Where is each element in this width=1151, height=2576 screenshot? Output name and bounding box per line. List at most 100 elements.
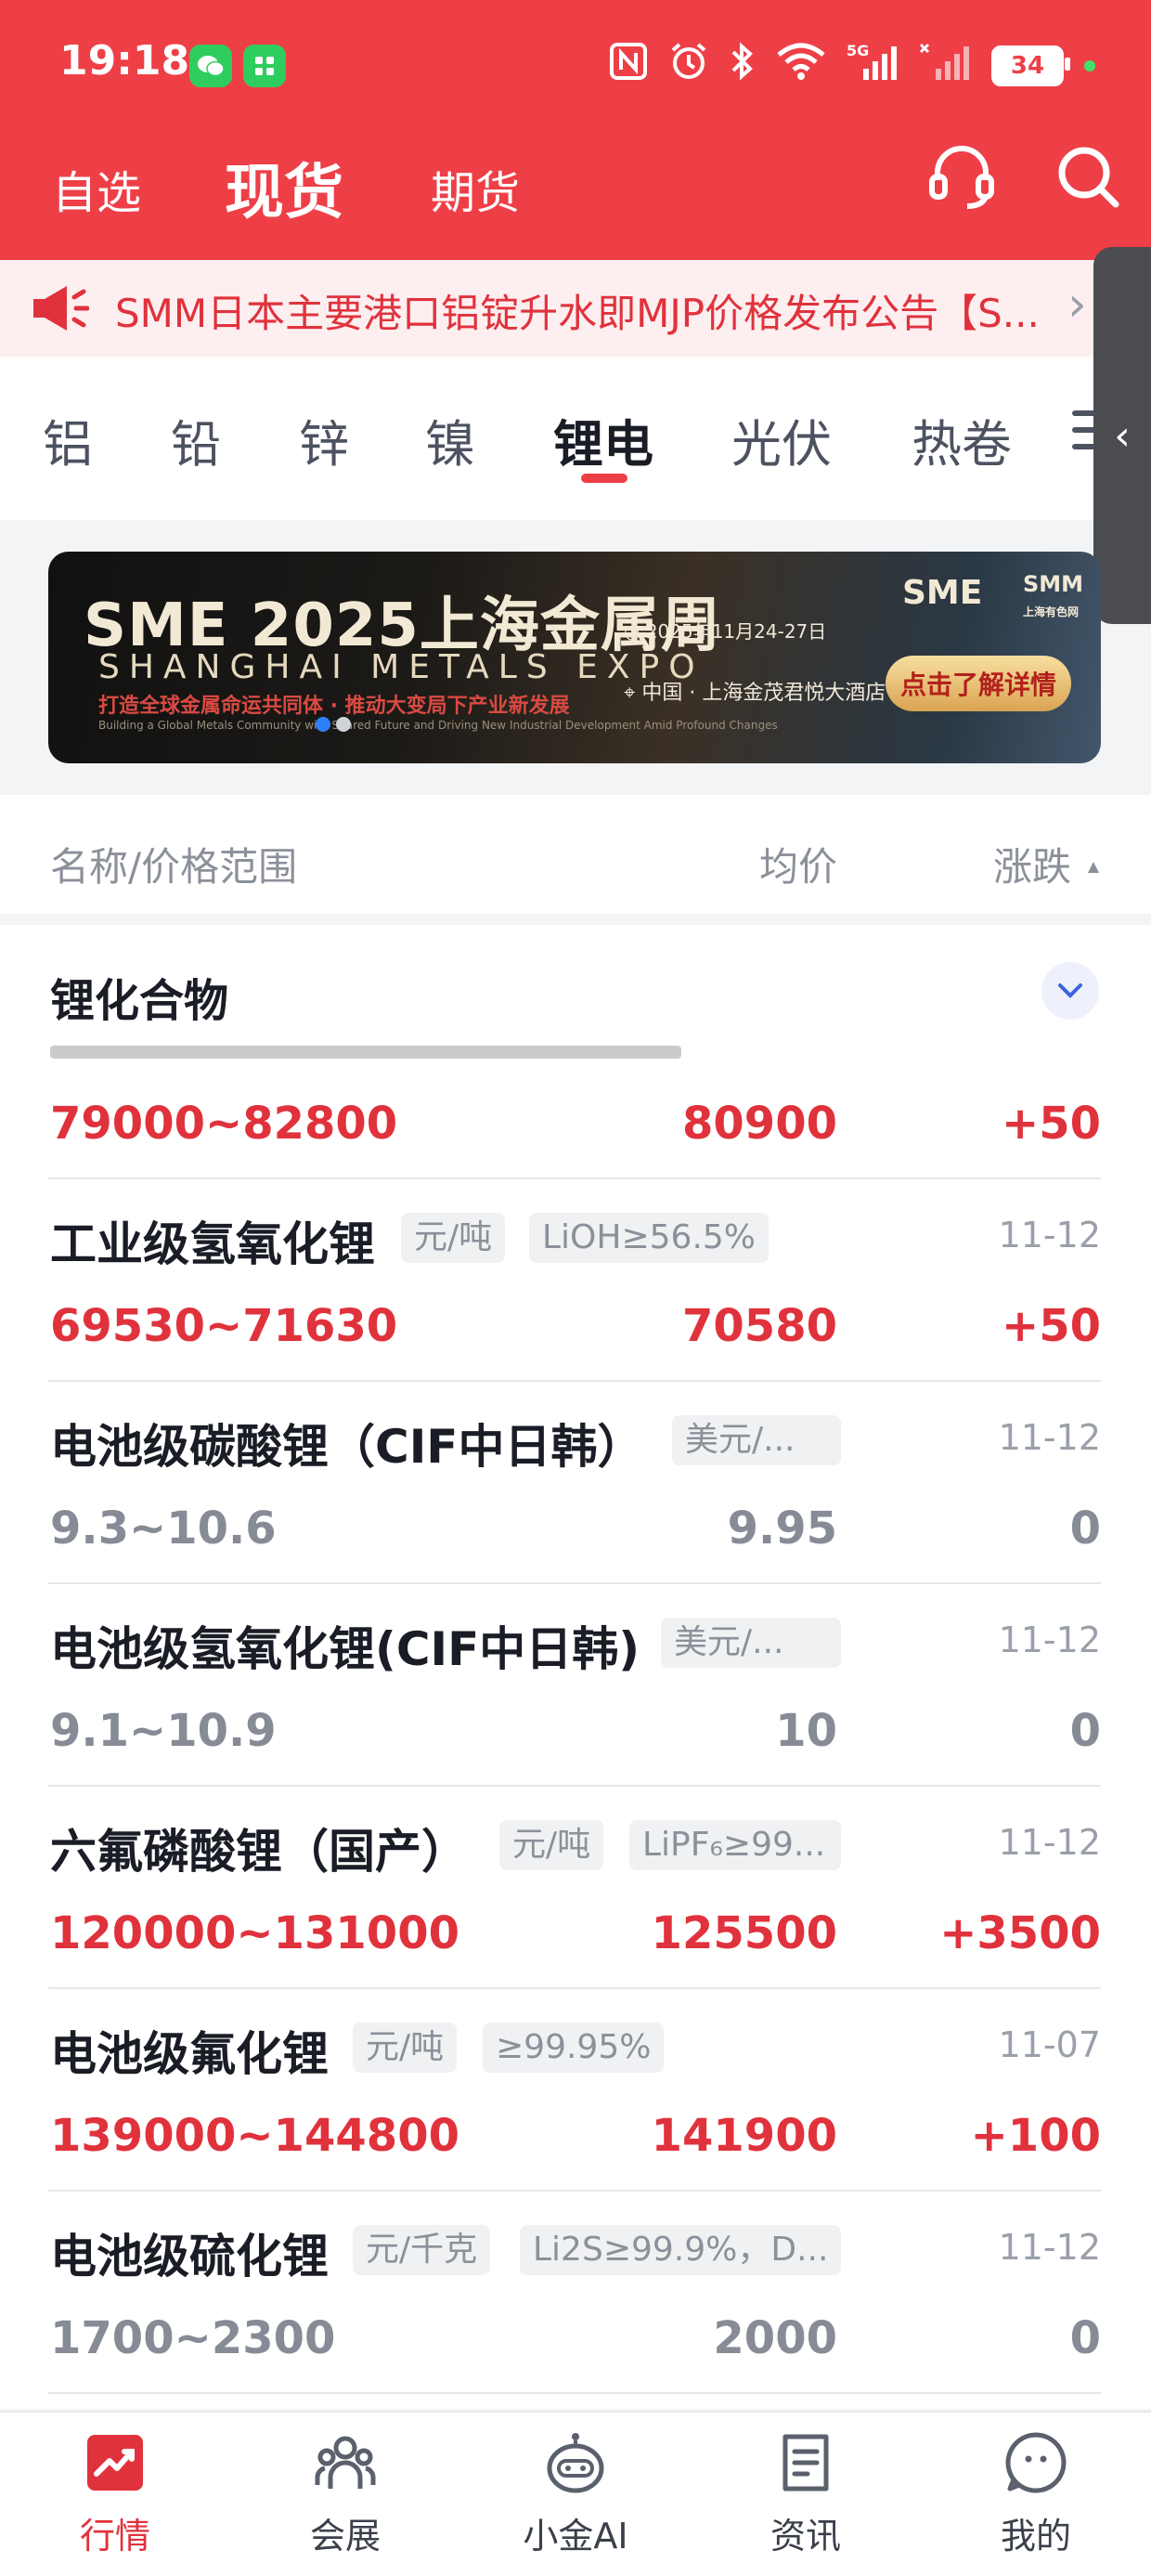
search-icon[interactable] [1051, 139, 1125, 214]
bluetooth-icon [730, 41, 756, 91]
tab-watchlist[interactable]: 自选 [52, 156, 141, 221]
category-nickel[interactable]: 镍 [425, 403, 475, 476]
unit-tag: 元/吨 [499, 1820, 604, 1870]
average-price: 9.95 [727, 1503, 837, 1555]
tab-news[interactable]: 资讯 [691, 2413, 921, 2576]
tab-market[interactable]: 行情 [0, 2413, 230, 2576]
robot-icon [544, 2431, 607, 2494]
banner-tagline: 打造全球金属命运共同体 · 推动大变局下产业新发展 [98, 695, 570, 718]
product-name: 工业级氢氧化锂 [50, 1217, 375, 1271]
status-icons: 5G 34 [609, 41, 1095, 91]
tab-label: 我的 [1000, 2516, 1071, 2556]
news-document-icon [774, 2431, 837, 2494]
table-row[interactable]: 电池级碳酸锂（CIF中日韩） 美元/... 11-12 9.3~10.6 9.9… [48, 1380, 1101, 1584]
banner-cta-button[interactable]: 点击了解详情 [886, 656, 1071, 711]
price-change: +3500 [939, 1907, 1101, 1959]
table-row[interactable]: 工业级氢氧化锂 元/吨 LiOH≥56.5% 11-12 69530~71630… [48, 1177, 1101, 1382]
price-change: 0 [1069, 2312, 1101, 2364]
price-range: 120000~131000 [50, 1907, 459, 1959]
average-price: 10 [775, 1705, 837, 1757]
price-range: 9.3~10.6 [50, 1503, 277, 1555]
price-change: +100 [970, 2110, 1101, 2162]
nfc-icon [609, 42, 648, 90]
bottom-tab-bar: 行情 会展 小金AI 资讯 我的 [0, 2411, 1151, 2576]
banner-logo-smm: SMM 上海有色网 [1023, 571, 1084, 618]
chevron-down-icon [1056, 975, 1084, 1008]
price-date: 11-07 [998, 2024, 1101, 2065]
product-name: 电池级碳酸锂（CIF中日韩） [50, 1420, 644, 1474]
chevron-left-icon: ‹ [1114, 411, 1131, 460]
category-aluminum[interactable]: 铝 [43, 403, 93, 476]
profile-face-icon [1004, 2431, 1067, 2494]
average-price: 80900 [682, 1098, 837, 1150]
category-zinc[interactable]: 锌 [299, 403, 349, 476]
category-photovoltaic[interactable]: 光伏 [731, 403, 832, 476]
svg-text:5G: 5G [847, 42, 869, 59]
list-header: 名称/价格范围 均价 涨跌 [0, 795, 1151, 914]
alarm-icon [668, 41, 709, 91]
price-change: 0 [1069, 1503, 1101, 1555]
banner-date: ◷ 2025年11月24-27日 [624, 620, 827, 643]
unit-tag: 元/千克 [353, 2225, 491, 2275]
side-drawer-handle[interactable]: ‹ [1093, 247, 1151, 624]
spec-tag: Li2S≥99.9%，D... [520, 2225, 841, 2275]
megaphone-icon [28, 280, 90, 336]
carousel-dot[interactable] [336, 717, 351, 732]
unit-tag: 美元/... [672, 1415, 841, 1465]
category-lead[interactable]: 铅 [171, 403, 221, 476]
price-range: 1700~2300 [50, 2312, 336, 2364]
active-category-indicator [581, 474, 627, 483]
price-date: 11-12 [998, 1822, 1101, 1863]
average-price: 2000 [713, 2312, 837, 2364]
tab-label: 小金AI [523, 2516, 628, 2556]
table-row[interactable]: 电池级氟化锂 元/吨 ≥99.95% 11-07 139000~144800 1… [48, 1987, 1101, 2192]
app-header: 19:18 5G 34 自选 现货 期货 [0, 0, 1151, 260]
wifi-icon [776, 42, 826, 90]
category-hot-rolled-coil[interactable]: 热卷 [912, 403, 1012, 476]
price-date: 11-12 [998, 1417, 1101, 1458]
sort-icon[interactable] [1088, 862, 1099, 873]
tab-label: 行情 [79, 2516, 150, 2556]
category-lithium-battery[interactable]: 锂电 [553, 403, 653, 476]
signal-weak-icon [919, 41, 971, 91]
spec-tag: ≥99.95% [483, 2023, 665, 2073]
price-date: 11-12 [998, 1620, 1101, 1660]
product-name: 六氟磷酸锂（国产） [50, 1825, 468, 1879]
carousel-dot-active[interactable] [316, 717, 330, 732]
tab-events[interactable]: 会展 [230, 2413, 460, 2576]
customer-service-icon[interactable] [925, 139, 999, 214]
wechat-icon [189, 45, 232, 87]
promo-banner[interactable]: SME 2025上海金属周 SHANGHAI METALS EXPO 打造全球金… [48, 552, 1101, 763]
price-change: +50 [1001, 1300, 1101, 1352]
header-average: 均价 [759, 844, 838, 890]
tab-futures[interactable]: 期货 [431, 156, 520, 221]
average-price: 141900 [651, 2110, 837, 2162]
header-change-sort[interactable]: 涨跌 [993, 836, 1071, 892]
notice-bar[interactable]: SMM日本主要港口铝锭升水即MJP价格发布公告【S... › [0, 260, 1151, 357]
unit-tag: 元/吨 [401, 1213, 506, 1263]
notice-text[interactable]: SMM日本主要港口铝锭升水即MJP价格发布公告【S... [115, 282, 1043, 339]
chevron-right-icon[interactable]: › [1067, 277, 1087, 332]
market-chart-icon [84, 2431, 147, 2494]
collapse-toggle[interactable] [1041, 962, 1099, 1020]
header-name-range: 名称/价格范围 [50, 844, 298, 890]
banner-place: ⌖ 中国 · 上海金茂君悦大酒店 [624, 682, 886, 705]
banner-logo-sme: SME [902, 574, 983, 612]
price-change: 0 [1069, 1705, 1101, 1757]
tab-profile[interactable]: 我的 [921, 2413, 1151, 2576]
table-row[interactable]: 电池级硫化锂 元/千克 Li2S≥99.9%，D... 11-12 1700~2… [48, 2190, 1101, 2394]
battery-icon: 34 [991, 46, 1070, 86]
price-change: +50 [1001, 1098, 1101, 1150]
clipped-row-name [50, 1046, 681, 1059]
product-name: 电池级氟化锂 [50, 2027, 329, 2081]
price-range: 79000~82800 [50, 1098, 398, 1150]
product-name: 电池级氢氧化锂(CIF中日韩) [50, 1622, 640, 1676]
average-price: 70580 [682, 1300, 837, 1352]
category-tabs: 铝 铅 锌 镍 锂电 光伏 热卷 [0, 357, 1151, 520]
table-row[interactable]: 六氟磷酸锂（国产） 元/吨 LiPF₆≥99... 11-12 120000~1… [48, 1785, 1101, 1989]
tab-ai-assistant[interactable]: 小金AI [460, 2413, 691, 2576]
tab-spot[interactable]: 现货 [225, 145, 343, 230]
table-row[interactable]: 电池级氢氧化锂(CIF中日韩) 美元/... 11-12 9.1~10.9 10… [48, 1582, 1101, 1787]
price-date: 11-12 [998, 1215, 1101, 1255]
table-row[interactable]: 79000~82800 80900 +50 [48, 1046, 1101, 1179]
